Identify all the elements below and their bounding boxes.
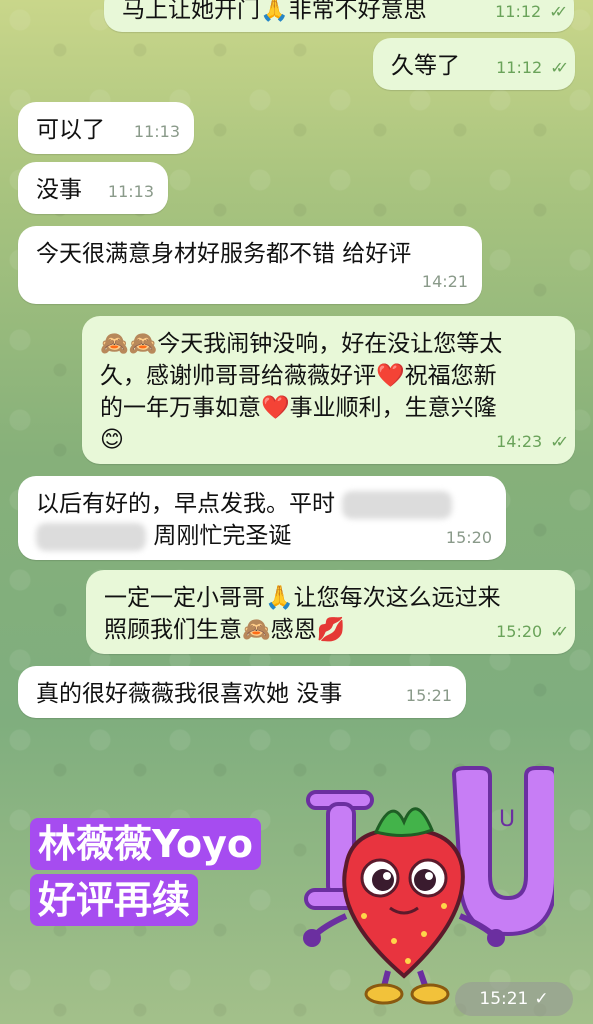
- sticker-time-badge: 15:21 ✓: [455, 982, 573, 1016]
- message-time: 15:20: [496, 622, 543, 641]
- message-text: 真的很好薇薇我很喜欢她 没事: [36, 681, 343, 707]
- message-line: 🙈🙈今天我闹钟没响，好在没让您等太: [100, 331, 503, 357]
- message-meta: 11:12 ✓✓: [496, 52, 569, 84]
- message-meta: 11:13: [134, 116, 180, 148]
- strawberry-sticker-icon: I U: [303, 766, 558, 1005]
- message-time: 15:21: [405, 686, 452, 705]
- message-incoming[interactable]: 真的很好薇薇我很喜欢她 没事 15:21: [18, 666, 466, 718]
- message-meta: 11:12 ✓✓: [495, 0, 568, 28]
- message-text: 今天很满意身材好服务都不错 给好评: [36, 241, 412, 267]
- redacted-area: [342, 490, 453, 519]
- message-incoming[interactable]: 可以了 11:13: [18, 102, 194, 154]
- message-time: 15:20: [445, 528, 492, 547]
- message-text: 马上让她开门🙏非常不好意思: [122, 0, 427, 23]
- message-outgoing[interactable]: 马上让她开门🙏非常不好意思 11:12 ✓✓: [104, 0, 574, 32]
- sticker-letter-u: U: [499, 807, 515, 832]
- message-text: 久等了: [391, 53, 460, 79]
- message-outgoing[interactable]: 🙈🙈今天我闹钟没响，好在没让您等太 久，感谢帅哥哥给薇薇好评❤️祝福您新 的一年…: [82, 316, 575, 464]
- message-line: 周刚忙完圣诞: [153, 523, 292, 549]
- message-line: 一定一定小哥哥🙏让您每次这么远过来: [104, 585, 501, 611]
- message-text: 没事: [36, 177, 82, 203]
- message-time: 14:23: [496, 432, 543, 451]
- message-outgoing[interactable]: 久等了 11:12 ✓✓: [373, 38, 575, 90]
- message-outgoing[interactable]: 一定一定小哥哥🙏让您每次这么远过来 照顾我们生意🙈感恩💋 15:20 ✓✓: [86, 570, 575, 654]
- message-meta: 15:20 ✓✓: [496, 616, 569, 648]
- message-text: 可以了: [36, 117, 105, 143]
- message-time: 11:12: [496, 58, 543, 77]
- message-line: 照顾我们生意🙈感恩💋: [104, 617, 346, 643]
- message-time: 14:21: [421, 272, 468, 291]
- double-check-icon: ✓✓: [550, 432, 569, 451]
- message-line: 以后有好的，早点发我。平时: [36, 491, 335, 517]
- double-check-icon: ✓✓: [550, 58, 569, 77]
- redacted-area: [36, 522, 146, 551]
- message-incoming[interactable]: 没事 11:13: [18, 162, 168, 214]
- message-line: 😊: [100, 427, 124, 453]
- promo-line: 好评再续: [30, 874, 199, 926]
- single-check-icon: ✓: [534, 989, 549, 1009]
- message-time: 11:12: [495, 2, 542, 21]
- message-meta: 15:20: [446, 522, 492, 554]
- double-check-icon: ✓✓: [549, 2, 568, 21]
- double-check-icon: ✓✓: [550, 622, 569, 641]
- message-meta: 14:23 ✓✓: [496, 426, 569, 458]
- message-time: 11:13: [133, 122, 180, 141]
- message-incoming[interactable]: 以后有好的，早点发我。平时 周刚忙完圣诞 15:20: [18, 476, 506, 560]
- sticker-time: 15:21: [479, 989, 529, 1009]
- sticker-i-love-u[interactable]: I U: [284, 766, 558, 1006]
- sticker-letter-i: I: [324, 857, 331, 882]
- message-line: 的一年万事如意❤️事业顺利，生意兴隆: [100, 395, 497, 421]
- message-meta: 11:13: [108, 176, 154, 208]
- promo-line: 林薇薇Yoyo: [30, 818, 262, 870]
- promo-label: 林薇薇Yoyo 好评再续: [30, 818, 280, 930]
- message-line: 久，感谢帅哥哥给薇薇好评❤️祝福您新: [100, 363, 497, 389]
- message-incoming[interactable]: 今天很满意身材好服务都不错 给好评 14:21: [18, 226, 482, 304]
- message-meta: 14:21: [422, 266, 468, 298]
- message-time: 11:13: [107, 182, 154, 201]
- message-meta: 15:21: [406, 680, 452, 712]
